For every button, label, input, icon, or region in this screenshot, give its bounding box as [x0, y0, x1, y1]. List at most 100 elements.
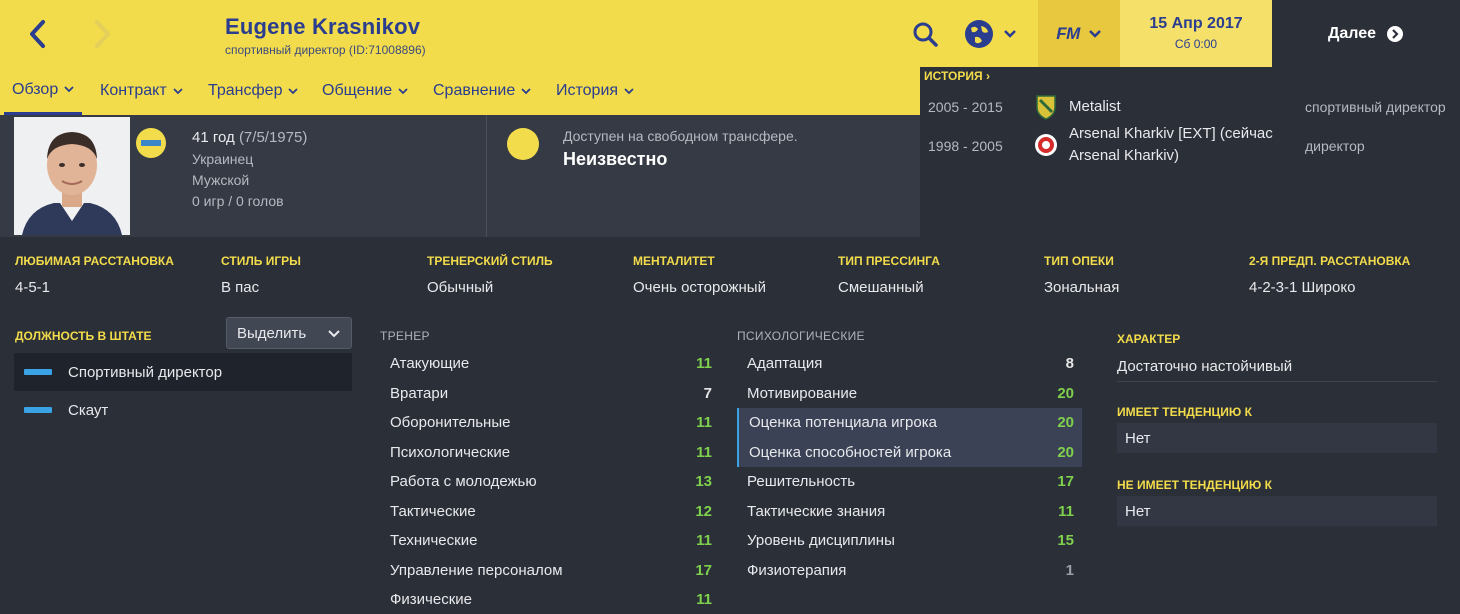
- attribute-value: 20: [1057, 414, 1074, 432]
- arrow-right-circle-icon: [1387, 25, 1404, 42]
- tactic-value: Зональная: [1044, 279, 1120, 296]
- tactics-strip: ЛЮБИМАЯ РАССТАНОВКА 4-5-1 СТИЛЬ ИГРЫ В п…: [0, 237, 1460, 312]
- attribute-row[interactable]: Физические 11: [380, 585, 720, 614]
- attribute-row-highlighted[interactable]: Оценка способностей игрока 20: [737, 437, 1082, 467]
- forward-button[interactable]: [72, 0, 132, 67]
- world-menu-button[interactable]: [963, 14, 1025, 54]
- club-badge-icon: [1034, 94, 1058, 125]
- tab-label: Трансфер: [208, 82, 283, 99]
- history-link[interactable]: ИСТОРИЯ ›: [924, 69, 990, 83]
- tactic-label: 2-Я ПРЕДП. РАССТАНОВКА: [1249, 254, 1411, 268]
- position-label: Скаут: [68, 401, 109, 419]
- chevron-down-icon: [1004, 30, 1016, 38]
- attribute-label: Оценка потенциала игрока: [749, 414, 937, 432]
- attribute-row[interactable]: Психологические 11: [380, 438, 720, 468]
- fm-menu-button[interactable]: FM: [1038, 0, 1120, 67]
- attribute-value: 11: [696, 591, 712, 609]
- attribute-label: Оценка способностей игрока: [749, 443, 952, 461]
- tactic-label: ТРЕНЕРСКИЙ СТИЛЬ: [427, 254, 553, 268]
- attribute-label: Оборонительные: [390, 414, 511, 432]
- tab-overview[interactable]: Обзор: [4, 67, 83, 115]
- attribute-label: Физиотерапия: [747, 561, 847, 579]
- date-display[interactable]: 15 Апр 2017 Сб 0:00: [1120, 0, 1272, 67]
- attribute-row[interactable]: Уровень дисциплины 15: [737, 526, 1082, 556]
- attribute-row[interactable]: Тактические 12: [380, 497, 720, 527]
- chevron-down-icon: [328, 329, 340, 337]
- attribute-row[interactable]: Тактические знания 11: [737, 497, 1082, 527]
- tactic-label: ЛЮБИМАЯ РАССТАНОВКА: [15, 254, 174, 268]
- date-of-birth: (7/5/1975): [238, 129, 308, 146]
- attribute-row[interactable]: Решительность 17: [737, 467, 1082, 497]
- attribute-label: Уровень дисциплины: [747, 532, 895, 550]
- back-button[interactable]: [8, 0, 68, 67]
- tab-transfer[interactable]: Трансфер: [208, 67, 299, 115]
- attribute-value: 15: [1057, 532, 1074, 550]
- attribute-value: 17: [695, 561, 712, 579]
- chevron-down-icon: [1088, 29, 1101, 38]
- attribute-value: 11: [696, 532, 712, 550]
- attribute-label: Решительность: [747, 473, 856, 491]
- age: 41 год: [192, 129, 235, 146]
- attribute-label: Физические: [390, 591, 472, 609]
- chevron-down-icon: [288, 87, 299, 94]
- attribute-row[interactable]: Работа с молодежью 13: [380, 467, 720, 497]
- tab-comparison[interactable]: Сравнение: [433, 67, 531, 115]
- tab-communication[interactable]: Общение: [322, 67, 408, 115]
- age-line: 41 год (7/5/1975): [192, 129, 307, 146]
- person-photo: [14, 117, 130, 235]
- coach-attributes: Атакующие 11 Вратари 7 Оборонительные 11 Пс…: [380, 349, 720, 614]
- tab-history[interactable]: История: [556, 67, 634, 115]
- person-name: Eugene Krasnikov: [225, 14, 421, 39]
- select-label: Выделить: [237, 324, 307, 342]
- attribute-row[interactable]: Адаптация 8: [737, 349, 1082, 379]
- attribute-row[interactable]: Мотивирование 20: [737, 379, 1082, 409]
- attribute-row[interactable]: Оборонительные 11: [380, 408, 720, 438]
- search-button[interactable]: [905, 14, 945, 54]
- attribute-row-highlighted[interactable]: Оценка потенциала игрока 20: [737, 408, 1082, 438]
- tactic-value: 4-5-1: [15, 279, 51, 296]
- history-panel: ИСТОРИЯ › 2005 - 2015 Metalist спортивны…: [920, 67, 1460, 187]
- attribute-row[interactable]: Технические 11: [380, 526, 720, 556]
- tactic-value: 4-2-3-1 Широко: [1249, 279, 1356, 296]
- nationality: Украинец: [192, 151, 254, 167]
- tab-label: История: [556, 82, 619, 99]
- position-label: Спортивный директор: [68, 363, 223, 381]
- attribute-value: 7: [703, 384, 712, 402]
- tactic-label: ТИП ПРЕССИНГА: [838, 254, 940, 268]
- attribute-row[interactable]: Управление персоналом 17: [380, 556, 720, 586]
- position-item-sporting-director[interactable]: Спортивный директор: [14, 353, 352, 391]
- status-indicator-icon: [507, 128, 539, 160]
- chevron-down-icon: [64, 86, 74, 93]
- continue-label: Далее: [1327, 24, 1377, 42]
- chevron-down-icon: [398, 87, 408, 94]
- chevron-down-icon: [521, 87, 531, 94]
- attribute-row[interactable]: Атакующие 11: [380, 349, 720, 379]
- transfer-value: Неизвестно: [563, 149, 668, 169]
- chevron-down-icon: [624, 87, 634, 94]
- chevron-right-icon: [95, 19, 110, 48]
- chevron-left-icon: [30, 19, 45, 48]
- tab-label: Общение: [322, 82, 393, 99]
- attribute-value: 11: [696, 355, 712, 373]
- attribute-value: 12: [695, 502, 712, 520]
- highlight-select[interactable]: Выделить: [226, 317, 352, 349]
- history-club[interactable]: Arsenal Kharkiv [EXT] (сейчас Arsenal Kh…: [1069, 123, 1299, 167]
- tactic-label: СТИЛЬ ИГРЫ: [221, 254, 301, 268]
- tab-label: Сравнение: [433, 82, 516, 99]
- divider: [486, 115, 487, 237]
- attribute-label: Адаптация: [747, 355, 823, 373]
- continue-button[interactable]: Далее: [1272, 0, 1460, 67]
- position-bar-icon: [24, 407, 52, 413]
- position-item-scout[interactable]: Скаут: [14, 391, 352, 429]
- attribute-label: Мотивирование: [747, 384, 858, 402]
- attribute-value: 17: [1057, 473, 1074, 491]
- mental-title: ПСИХОЛОГИЧЕСКИЕ: [737, 329, 865, 343]
- profile-panel: 41 год (7/5/1975) Украинец Мужской 0 игр…: [0, 115, 920, 237]
- tends-title: ИМЕЕТ ТЕНДЕНЦИЮ К: [1117, 405, 1252, 419]
- attribute-row[interactable]: Физиотерапия 1: [737, 556, 1082, 586]
- attribute-row[interactable]: Вратари 7: [380, 379, 720, 409]
- history-club[interactable]: Metalist: [1069, 96, 1121, 118]
- tab-contract[interactable]: Контракт: [100, 67, 183, 115]
- search-icon: [913, 22, 938, 47]
- attribute-label: Управление персоналом: [390, 561, 563, 579]
